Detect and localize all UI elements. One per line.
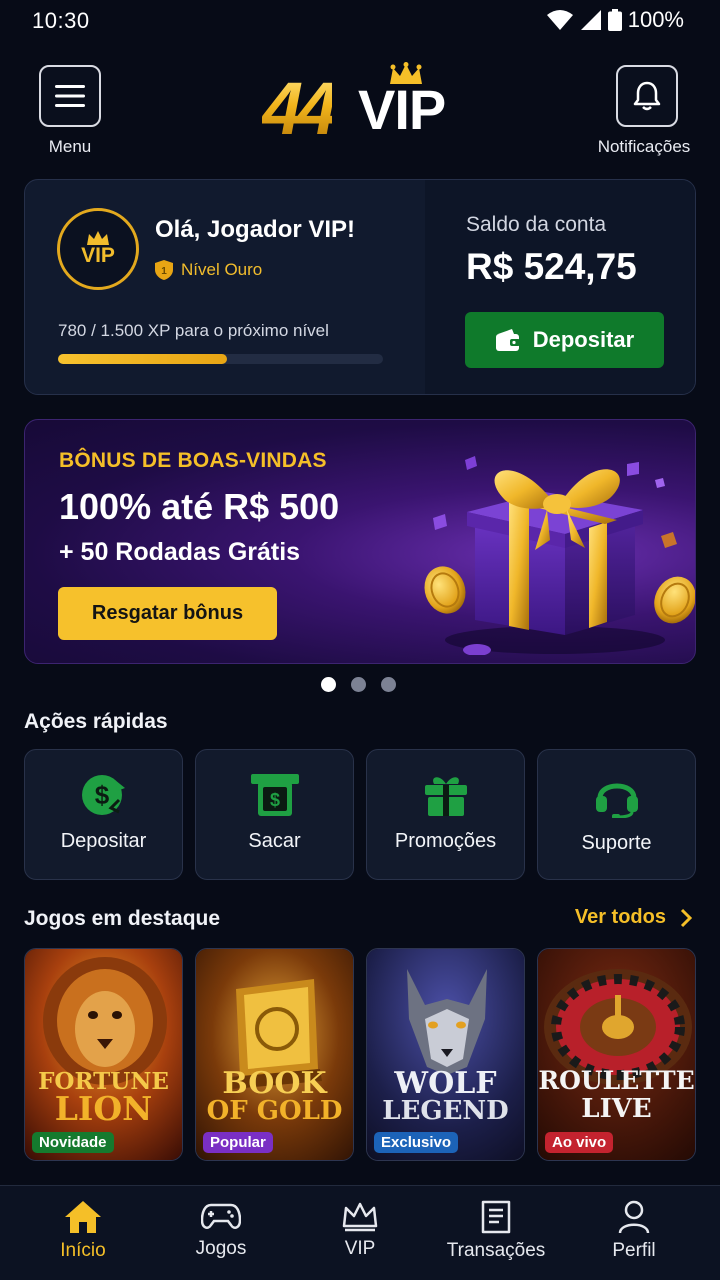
xp-progress-fill <box>58 354 227 364</box>
headset-icon <box>595 783 638 818</box>
cash-withdraw-icon: $ <box>250 774 299 816</box>
game-tag: Ao vivo <box>545 1132 614 1153</box>
level-indicator: 1 Nível Ouro <box>155 260 262 280</box>
roulette-artwork <box>538 949 695 1160</box>
receipt-icon <box>481 1200 511 1234</box>
signal-icon <box>580 10 601 30</box>
battery-icon <box>607 9 622 31</box>
lion-artwork <box>25 949 182 1160</box>
carousel-dot[interactable] <box>381 677 396 692</box>
quick-actions-title: Ações rápidas <box>24 710 168 733</box>
nav-item-vip[interactable]: VIP <box>295 1200 425 1260</box>
xp-progress-bar <box>58 354 383 364</box>
money-deposit-icon: $ <box>81 775 125 815</box>
game-title-line2: LIVE <box>581 1094 652 1124</box>
svg-text:$: $ <box>269 790 279 810</box>
balance-value: R$ 524,75 <box>466 246 637 287</box>
svg-text:$: $ <box>94 780 109 810</box>
nav-item-home[interactable]: Início <box>18 1200 148 1262</box>
carousel-dots <box>321 677 396 692</box>
nav-label: Início <box>60 1240 106 1261</box>
hamburger-icon <box>55 85 85 107</box>
xp-text: 780 / 1.500 XP para o próximo nível <box>58 321 329 340</box>
game-card-book-of-gold[interactable]: BOOK OF GOLD Popular <box>195 948 354 1161</box>
game-title-line2: OF GOLD <box>206 1096 343 1126</box>
game-title-line1: WOLF <box>394 1066 497 1101</box>
quick-action-label: Depositar <box>60 830 147 852</box>
greeting: Olá, Jogador VIP! <box>155 216 356 243</box>
nav-item-transactions[interactable]: Transações <box>431 1200 561 1262</box>
quick-action-promotions[interactable]: Promoções <box>366 749 525 880</box>
game-tag: Popular <box>203 1132 273 1153</box>
promo-title: 100% até R$ 500 <box>59 486 340 527</box>
user-icon <box>618 1200 650 1234</box>
promo-eyebrow: BÔNUS DE BOAS-VINDAS <box>59 449 327 472</box>
book-artwork <box>196 949 353 1160</box>
vip-badge: VIP <box>57 208 139 290</box>
game-tag: Exclusivo <box>374 1132 459 1153</box>
vip-badge-text: VIP <box>81 244 115 267</box>
nav-item-games[interactable]: Jogos <box>156 1200 286 1260</box>
game-title-line2: LEGEND <box>382 1096 509 1126</box>
level-label: Nível Ouro <box>181 260 263 279</box>
bell-icon <box>633 81 661 111</box>
svg-text:1: 1 <box>161 266 167 277</box>
quick-action-withdraw[interactable]: $ Sacar <box>195 749 354 880</box>
crown-icon <box>342 1202 378 1232</box>
gift-box-illustration <box>424 456 695 655</box>
app-logo: 44 VIP <box>262 62 458 150</box>
game-card-roulette-live[interactable]: ROULETTE LIVE Ao vivo <box>537 948 696 1161</box>
promo-banner[interactable]: BÔNUS DE BOAS-VINDAS 100% até R$ 500 + 5… <box>24 419 696 664</box>
game-card-fortune-lion[interactable]: FORTUNE LION Novidade <box>24 948 183 1161</box>
shield-icon: 1 <box>155 260 173 280</box>
gamepad-icon <box>201 1203 241 1229</box>
menu-button[interactable] <box>39 65 101 127</box>
nav-label: VIP <box>344 1238 376 1259</box>
game-tag: Novidade <box>32 1132 114 1153</box>
notifications-button[interactable] <box>616 65 678 127</box>
logo-number: 44 <box>262 67 338 150</box>
game-card-wolf-legend[interactable]: WOLF LEGEND Exclusivo <box>366 948 525 1161</box>
claim-bonus-button[interactable]: Resgatar bônus <box>58 587 277 640</box>
status-time: 10:30 <box>32 8 90 33</box>
account-card: VIP Olá, Jogador VIP! 1 Nível Ouro 780 /… <box>24 179 696 395</box>
chevron-right-icon <box>680 908 692 927</box>
see-all-link[interactable]: Ver todos <box>575 906 692 929</box>
game-title-line2: LION <box>54 1089 153 1128</box>
battery-percent: 100% <box>627 7 684 32</box>
nav-label: Transações <box>446 1240 546 1261</box>
logo-word: VIP <box>358 78 446 141</box>
quick-action-label: Suporte <box>581 832 652 854</box>
see-all-label: Ver todos <box>574 906 666 928</box>
quick-action-support[interactable]: Suporte <box>537 749 696 880</box>
gift-icon <box>424 777 467 816</box>
wallet-icon <box>495 329 520 351</box>
home-icon <box>65 1201 101 1233</box>
carousel-dot[interactable] <box>351 677 366 692</box>
deposit-button[interactable]: Depositar <box>465 312 664 368</box>
deposit-button-label: Depositar <box>532 327 635 352</box>
wifi-icon <box>546 10 573 30</box>
game-title-line1: BOOK <box>222 1066 327 1101</box>
nav-label: Perfil <box>612 1240 656 1261</box>
nav-item-profile[interactable]: Perfil <box>569 1200 699 1262</box>
menu-label: Menu <box>48 137 92 156</box>
featured-title: Jogos em destaque <box>24 907 221 930</box>
quick-action-label: Sacar <box>248 830 301 852</box>
bottom-navigation: Início Jogos VIP Transações Perfil <box>0 1185 720 1280</box>
notifications-label: Notificações <box>597 137 691 156</box>
balance-label: Saldo da conta <box>466 213 607 236</box>
wolf-artwork <box>367 949 524 1160</box>
game-title-line1: ROULETTE <box>538 1066 695 1095</box>
quick-action-deposit[interactable]: $ Depositar <box>24 749 183 880</box>
carousel-dot[interactable] <box>321 677 336 692</box>
nav-label: Jogos <box>195 1238 247 1259</box>
promo-subtitle: + 50 Rodadas Grátis <box>59 538 301 566</box>
status-icons: 100% <box>546 7 684 33</box>
quick-action-label: Promoções <box>394 830 497 852</box>
